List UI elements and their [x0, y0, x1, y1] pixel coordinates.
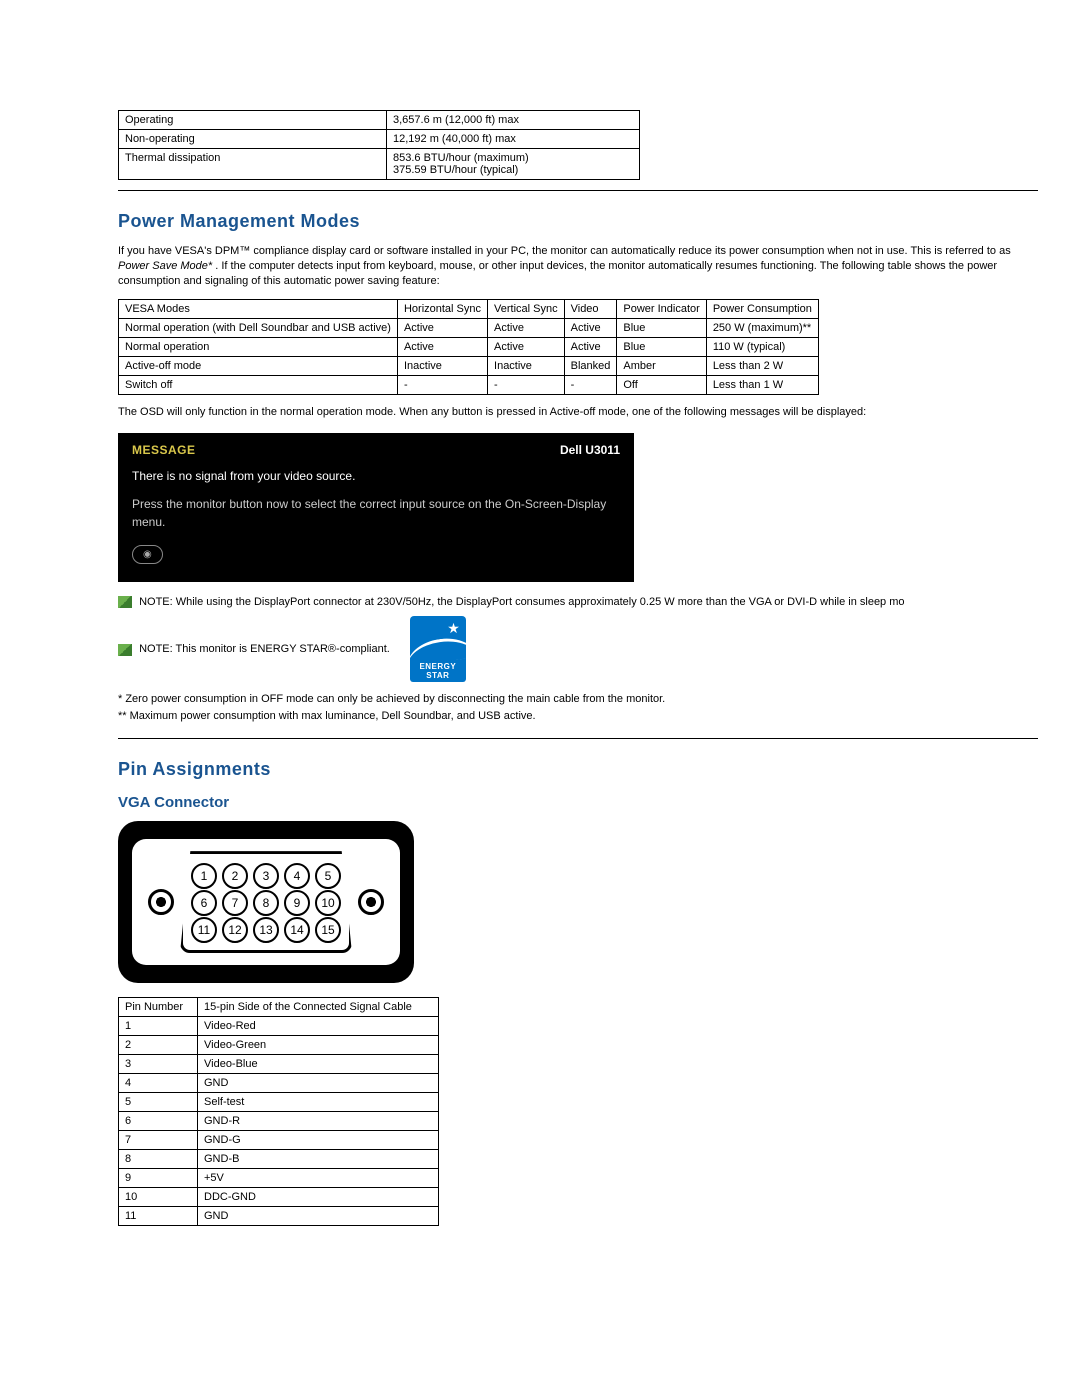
col-vesa: VESA Modes — [119, 299, 398, 318]
table-row: Thermal dissipation 853.6 BTU/hour (maxi… — [119, 149, 640, 180]
pin-circle: 15 — [315, 917, 341, 943]
table-header-row: Pin Number 15-pin Side of the Connected … — [119, 998, 439, 1017]
subheading-vga: VGA Connector — [118, 794, 1020, 811]
intro-text-2: . If the computer detects input from key… — [118, 260, 997, 287]
vga-connector-diagram: 1 2 3 4 5 6 7 8 9 10 11 12 13 14 — [118, 821, 414, 983]
pin-circle: 6 — [191, 890, 217, 916]
osd-line2: Press the monitor button now to select t… — [132, 495, 620, 531]
col-hsync: Horizontal Sync — [397, 299, 487, 318]
power-management-table: VESA Modes Horizontal Sync Vertical Sync… — [118, 299, 819, 395]
spec-label: Thermal dissipation — [119, 149, 387, 180]
col-consumption: Power Consumption — [706, 299, 818, 318]
pin-circle: 11 — [191, 917, 217, 943]
table-row: 2Video-Green — [119, 1036, 439, 1055]
pin-circle: 2 — [222, 863, 248, 889]
footnote-2: ** Maximum power consumption with max lu… — [118, 709, 1020, 724]
col-indicator: Power Indicator — [617, 299, 706, 318]
table-row: Non-operating 12,192 m (40,000 ft) max — [119, 130, 640, 149]
note-energy-star: NOTE: This monitor is ENERGY STAR®-compl… — [118, 643, 390, 655]
table-row: 3Video-Blue — [119, 1055, 439, 1074]
spec-value: 853.6 BTU/hour (maximum) 375.59 BTU/hour… — [387, 149, 640, 180]
pin-circle: 5 — [315, 863, 341, 889]
note-text: NOTE: While using the DisplayPort connec… — [139, 596, 904, 608]
pin-circle: 13 — [253, 917, 279, 943]
intro-italic: Power Save Mode* — [118, 260, 212, 272]
divider — [118, 738, 1038, 739]
table-row: Active-off mode Inactive Inactive Blanke… — [119, 356, 819, 375]
table-header-row: VESA Modes Horizontal Sync Vertical Sync… — [119, 299, 819, 318]
section-heading-pin-assignments: Pin Assignments — [118, 759, 1020, 780]
vga-pin-block: 1 2 3 4 5 6 7 8 9 10 11 12 13 14 — [180, 851, 352, 953]
table-row: 11GND — [119, 1207, 439, 1226]
note-icon — [118, 644, 132, 656]
table-row: Normal operation (with Dell Soundbar and… — [119, 318, 819, 337]
table-row: 6GND-R — [119, 1112, 439, 1131]
screw-icon — [148, 889, 174, 915]
osd-header-label: MESSAGE — [132, 443, 196, 457]
section-heading-power-management: Power Management Modes — [118, 211, 1020, 232]
table-row: 9+5V — [119, 1169, 439, 1188]
spec-value: 12,192 m (40,000 ft) max — [387, 130, 640, 149]
spec-label: Operating — [119, 111, 387, 130]
note-text: NOTE: This monitor is ENERGY STAR®-compl… — [139, 643, 390, 655]
pin-circle: 7 — [222, 890, 248, 916]
note-displayport: NOTE: While using the DisplayPort connec… — [118, 596, 1020, 608]
table-row: 1Video-Red — [119, 1017, 439, 1036]
osd-line1: There is no signal from your video sourc… — [132, 467, 620, 485]
osd-note: The OSD will only function in the normal… — [118, 405, 1020, 420]
table-row: Operating 3,657.6 m (12,000 ft) max — [119, 111, 640, 130]
table-row: 5Self-test — [119, 1093, 439, 1112]
screw-icon — [358, 889, 384, 915]
col-video: Video — [564, 299, 617, 318]
energy-star-logo: ★ ENERGY STAR — [410, 616, 466, 682]
spec-label: Non-operating — [119, 130, 387, 149]
table-row: 7GND-G — [119, 1131, 439, 1150]
table-row: Switch off - - - Off Less than 1 W — [119, 375, 819, 394]
vga-pin-table: Pin Number 15-pin Side of the Connected … — [118, 997, 439, 1226]
pin-circle: 8 — [253, 890, 279, 916]
star-icon: ★ — [447, 620, 460, 637]
pin-circle: 12 — [222, 917, 248, 943]
pin-circle: 9 — [284, 890, 310, 916]
osd-button-icon: ◉ — [132, 545, 163, 564]
pin-circle: 1 — [191, 863, 217, 889]
intro-text: If you have VESA's DPM™ compliance displ… — [118, 245, 1011, 257]
power-mgmt-intro: If you have VESA's DPM™ compliance displ… — [118, 244, 1020, 289]
energy-star-label: ENERGY STAR — [410, 660, 466, 682]
note-icon — [118, 596, 132, 608]
osd-message-box: MESSAGE Dell U3011 There is no signal fr… — [118, 433, 634, 582]
col-pin-desc: 15-pin Side of the Connected Signal Cabl… — [198, 998, 439, 1017]
pin-circle: 4 — [284, 863, 310, 889]
table-row: 4GND — [119, 1074, 439, 1093]
divider — [118, 190, 1038, 191]
pin-circle: 10 — [315, 890, 341, 916]
pin-circle: 3 — [253, 863, 279, 889]
spec-table: Operating 3,657.6 m (12,000 ft) max Non-… — [118, 110, 640, 180]
pin-circle: 14 — [284, 917, 310, 943]
col-vsync: Vertical Sync — [488, 299, 565, 318]
spec-value: 3,657.6 m (12,000 ft) max — [387, 111, 640, 130]
osd-model: Dell U3011 — [560, 443, 620, 457]
footnote-1: * Zero power consumption in OFF mode can… — [118, 692, 1020, 707]
table-row: 10DDC-GND — [119, 1188, 439, 1207]
col-pin-number: Pin Number — [119, 998, 198, 1017]
table-row: 8GND-B — [119, 1150, 439, 1169]
table-row: Normal operation Active Active Active Bl… — [119, 337, 819, 356]
